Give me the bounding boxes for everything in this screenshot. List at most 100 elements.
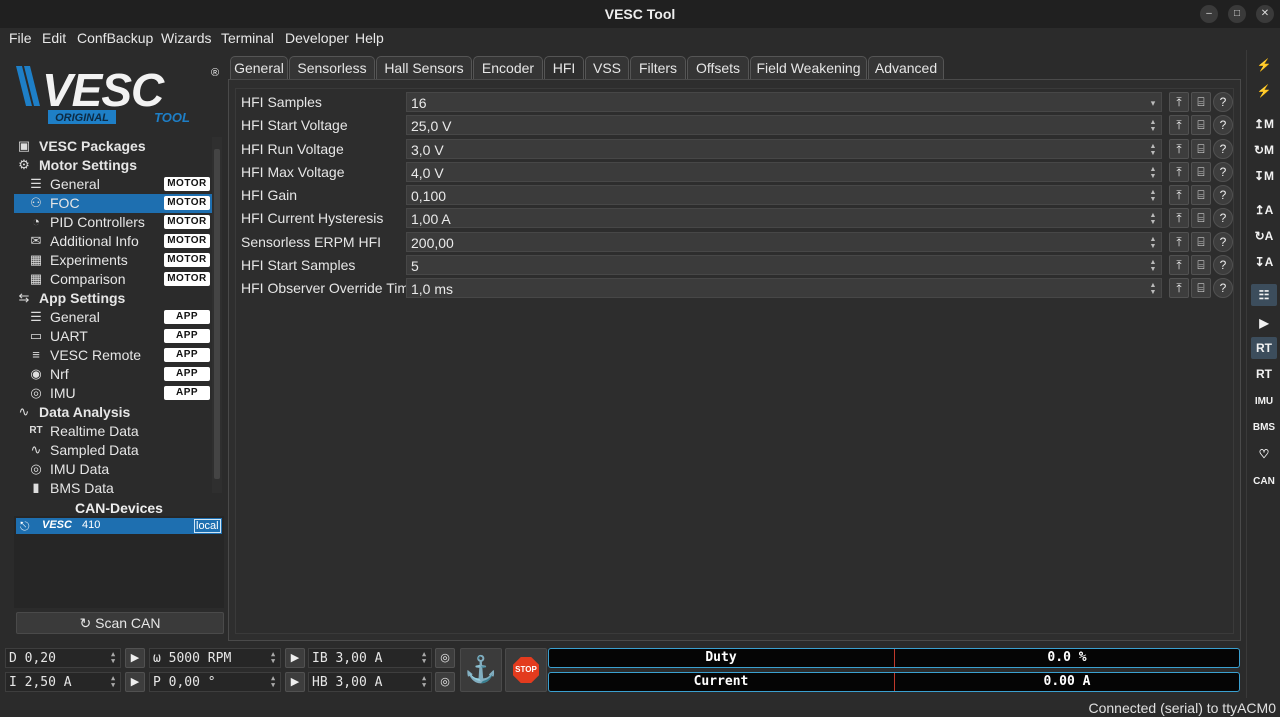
tree-app-vesc-remote[interactable]: ≡ VESC Remote APP [14,346,212,365]
tree-motor-comparison[interactable]: ▦ Comparison MOTOR [14,270,212,289]
rt-app-button[interactable]: RT [1251,363,1277,385]
spin-arrows-icon[interactable]: ▲ ▼ [1149,282,1157,296]
chevron-down-icon[interactable]: ▾ [1149,96,1157,110]
spin-arrows-icon[interactable]: ▲ ▼ [111,675,118,689]
help-button[interactable]: ? [1213,208,1233,229]
connect-button[interactable]: ⚡ [1251,54,1277,76]
read-default-button[interactable]: ⌸ [1191,231,1211,252]
can-network-button[interactable]: ☷ [1251,284,1277,306]
param-spinbox[interactable]: 1,0 ms ▲ ▼ [406,278,1162,298]
param-spinbox[interactable]: 200,00 ▲ ▼ [406,231,1162,252]
tab-hall-sensors[interactable]: Hall Sensors [376,56,472,79]
default-motor-config-button[interactable]: ↻M [1251,139,1277,161]
minimize-button[interactable]: – [1200,5,1218,23]
position-input[interactable]: P 0,00 ° ▲ ▼ [149,672,281,692]
help-button[interactable]: ? [1213,138,1233,159]
param-dropdown[interactable]: 16 ▾ [406,92,1162,112]
help-button[interactable]: ? [1213,231,1233,252]
read-default-button[interactable]: ⌸ [1191,208,1211,229]
duty-input[interactable]: D 0,20 ▲ ▼ [5,648,121,668]
tree-motor-additional-info[interactable]: ✉ Additional Info MOTOR [14,232,212,251]
menu-wizards[interactable]: Wizards [161,30,212,46]
read-motor-config-button[interactable]: ↥M [1251,113,1277,135]
tab-sensorless[interactable]: Sensorless [289,56,375,79]
tab-vss[interactable]: VSS [585,56,629,79]
spin-arrows-icon[interactable]: ▲ ▼ [111,651,118,665]
read-default-button[interactable]: ⌸ [1191,138,1211,159]
tab-offsets[interactable]: Offsets [687,56,749,79]
tree-sampled-data[interactable]: ∿ Sampled Data [14,441,212,460]
read-default-button[interactable]: ⌸ [1191,115,1211,136]
spin-arrows-icon[interactable]: ▲ ▼ [1149,166,1157,180]
can-devices-list[interactable]: ⎋ VESC 410 local [14,516,224,608]
tab-general[interactable]: General [230,56,288,79]
can-button[interactable]: CAN [1251,469,1277,491]
param-spinbox[interactable]: 1,00 A ▲ ▼ [406,208,1162,229]
bms-button[interactable]: BMS [1251,415,1277,437]
disconnect-button[interactable]: ⚡ [1251,80,1277,102]
help-button[interactable]: ? [1213,92,1233,112]
tab-encoder[interactable]: Encoder [473,56,543,79]
tree-scrollbar[interactable] [212,137,222,493]
tree-realtime-data[interactable]: RT Realtime Data [14,422,212,441]
upload-param-button[interactable]: ⤒ [1169,231,1189,252]
upload-param-button[interactable]: ⤒ [1169,185,1189,205]
tree-motor-general[interactable]: ☰ General MOTOR [14,175,212,194]
spin-arrows-icon[interactable]: ▲ ▼ [1149,143,1157,157]
set-speed-button[interactable]: ▶ [285,648,305,668]
tree-data-analysis[interactable]: ∿ Data Analysis [14,403,212,422]
tree-motor-foc[interactable]: ⚇ FOC MOTOR [14,194,212,213]
spin-arrows-icon[interactable]: ▲ ▼ [1149,259,1157,273]
settings-tree[interactable]: ▣ VESC Packages ⚙ Motor Settings ☰ Gener… [14,137,212,493]
tree-app-general[interactable]: ☰ General APP [14,308,212,327]
upload-param-button[interactable]: ⤒ [1169,208,1189,229]
tree-app-uart[interactable]: ▭ UART APP [14,327,212,346]
speed-input[interactable]: ω 5000 RPM ▲ ▼ [149,648,281,668]
spin-arrows-icon[interactable]: ▲ ▼ [1149,189,1157,203]
menu-terminal[interactable]: Terminal [221,30,274,46]
help-button[interactable]: ? [1213,254,1233,275]
upload-param-button[interactable]: ⤒ [1169,138,1189,159]
tab-field-weakening[interactable]: Field Weakening [750,56,867,79]
menu-confbackup[interactable]: ConfBackup [77,30,153,46]
upload-param-button[interactable]: ⤒ [1169,254,1189,275]
gamepad-button[interactable]: ▶ [1251,312,1277,334]
param-spinbox[interactable]: 3,0 V ▲ ▼ [406,138,1162,159]
menu-help[interactable]: Help [355,30,384,46]
help-button[interactable]: ? [1213,161,1233,182]
set-position-button[interactable]: ▶ [285,672,305,692]
spin-arrows-icon[interactable]: ▲ ▼ [422,675,429,689]
read-default-button[interactable]: ⌸ [1191,92,1211,112]
current-input[interactable]: I 2,50 A ▲ ▼ [5,672,121,692]
tree-app-nrf[interactable]: ◉ Nrf APP [14,365,212,384]
menu-developer[interactable]: Developer [285,30,349,46]
menu-edit[interactable]: Edit [42,30,66,46]
spin-arrows-icon[interactable]: ▲ ▼ [1149,119,1157,133]
menu-file[interactable]: File [9,30,32,46]
write-motor-config-button[interactable]: ↧M [1251,165,1277,187]
read-default-button[interactable]: ⌸ [1191,278,1211,298]
tree-bms-data[interactable]: ▮ BMS Data [14,479,212,493]
spin-arrows-icon[interactable]: ▲ ▼ [271,651,278,665]
tab-filters[interactable]: Filters [630,56,686,79]
write-app-config-button[interactable]: ↧A [1251,251,1277,273]
read-default-button[interactable]: ⌸ [1191,254,1211,275]
upload-param-button[interactable]: ⤒ [1169,161,1189,182]
set-handbrake-button[interactable]: ◎ [435,672,455,692]
close-button[interactable]: ✕ [1256,5,1274,23]
tree-motor-pid[interactable]: ◔ PID Controllers MOTOR [14,213,212,232]
tree-imu-data[interactable]: ◎ IMU Data [14,460,212,479]
tree-motor-settings[interactable]: ⚙ Motor Settings [14,156,212,175]
upload-param-button[interactable]: ⤒ [1169,278,1189,298]
read-app-config-button[interactable]: ↥A [1251,199,1277,221]
tree-app-imu[interactable]: ◎ IMU APP [14,384,212,403]
stop-button[interactable]: STOP [505,648,547,692]
read-default-button[interactable]: ⌸ [1191,161,1211,182]
param-spinbox[interactable]: 0,100 ▲ ▼ [406,185,1162,205]
scan-can-button[interactable]: ↻ Scan CAN [16,612,224,634]
help-button[interactable]: ? [1213,185,1233,205]
spin-arrows-icon[interactable]: ▲ ▼ [1149,236,1157,250]
read-default-button[interactable]: ⌸ [1191,185,1211,205]
maximize-button[interactable]: □ [1228,5,1246,23]
set-duty-button[interactable]: ▶ [125,648,145,668]
